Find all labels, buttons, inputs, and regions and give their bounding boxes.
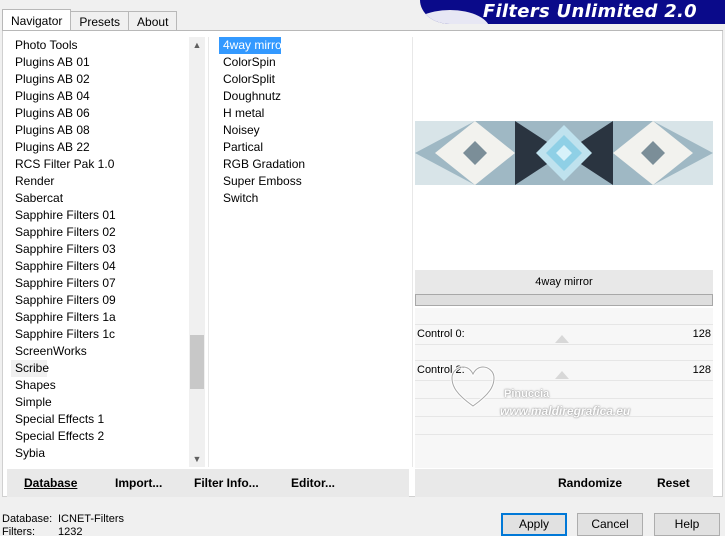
control-sliders: Control 0: 128 Control 2: 128 (415, 308, 713, 468)
filter-list: 4way mirror ColorSpin ColorSplit Doughnu… (219, 37, 409, 467)
tab-about[interactable]: About (128, 11, 178, 31)
filter-item[interactable]: ColorSplit (219, 71, 409, 88)
control-2-row[interactable]: Control 2: 128 (415, 362, 713, 380)
status-filters-value: 1232 (58, 526, 83, 536)
category-item[interactable]: Plugins AB 04 (11, 88, 207, 105)
cancel-button[interactable]: Cancel (577, 513, 643, 536)
category-item[interactable]: Sapphire Filters 07 (11, 275, 207, 292)
tab-presets[interactable]: Presets (70, 11, 130, 31)
control-0-label: Control 0: (417, 328, 465, 340)
control-divider (415, 398, 713, 399)
scroll-up-icon[interactable]: ▲ (189, 37, 205, 53)
preview-image (415, 121, 713, 185)
filter-info-button[interactable]: Filter Info... (194, 476, 259, 490)
category-item[interactable]: Sapphire Filters 1c (11, 326, 207, 343)
status-database-key: Database: (2, 513, 53, 525)
filter-item[interactable]: ColorSpin (219, 54, 409, 71)
filter-item[interactable]: H metal (219, 105, 409, 122)
control-divider (415, 434, 713, 435)
status-filters-key: Filters: (2, 526, 35, 536)
reset-button[interactable]: Reset (657, 476, 690, 490)
category-item[interactable]: ScreenWorks (11, 343, 207, 360)
category-item[interactable]: Simple (11, 394, 207, 411)
category-item[interactable]: Special Effects 2 (11, 428, 207, 445)
filter-item[interactable]: Partical (219, 139, 409, 156)
randomize-button[interactable]: Randomize (558, 476, 622, 490)
category-list: Photo Tools Plugins AB 01 Plugins AB 02 … (11, 37, 207, 467)
database-button[interactable]: Database (24, 476, 77, 490)
category-item-selected[interactable]: Scribe (11, 360, 49, 377)
import-button[interactable]: Import... (115, 476, 162, 490)
status-database-value: ICNET-Filters (58, 513, 124, 525)
category-item[interactable]: Plugins AB 02 (11, 71, 207, 88)
filter-item[interactable]: Switch (219, 190, 409, 207)
control-0-slider-thumb[interactable] (555, 335, 569, 343)
filter-item[interactable]: RGB Gradation (219, 156, 409, 173)
category-item[interactable]: Sapphire Filters 03 (11, 241, 207, 258)
control-divider (415, 360, 713, 361)
control-0-row[interactable]: Control 0: 128 (415, 326, 713, 344)
preview-toolbar: Randomize Reset (415, 469, 713, 497)
category-item[interactable]: Sapphire Filters 02 (11, 224, 207, 241)
brand-swoosh (420, 10, 490, 24)
category-scrollbar[interactable]: ▲ ▼ (189, 37, 205, 467)
control-divider (415, 344, 713, 345)
apply-button[interactable]: Apply (501, 513, 567, 536)
brand-banner: Filters Unlimited 2.0 (420, 0, 725, 24)
control-2-label: Control 2: (417, 364, 465, 376)
control-0-value: 128 (692, 328, 711, 340)
category-item[interactable]: Sapphire Filters 1a (11, 309, 207, 326)
category-item[interactable]: Sapphire Filters 04 (11, 258, 207, 275)
category-item[interactable]: Plugins AB 01 (11, 54, 207, 71)
status-info: Database: ICNET-Filters Filters: 1232 (2, 513, 124, 536)
selected-filter-label: 4way mirror (415, 270, 713, 294)
category-item[interactable]: Plugins AB 08 (11, 122, 207, 139)
control-divider (415, 324, 713, 325)
filter-item-selected[interactable]: 4way mirror (219, 37, 286, 54)
filter-item[interactable]: Noisey (219, 122, 409, 139)
category-item[interactable]: Photo Tools (11, 37, 207, 54)
list-divider (208, 37, 209, 467)
control-divider (415, 380, 713, 381)
category-item[interactable]: Plugins AB 06 (11, 105, 207, 122)
app-title: Filters Unlimited 2.0 (482, 1, 697, 22)
filter-item[interactable]: Super Emboss (219, 173, 409, 190)
category-item[interactable]: Sabercat (11, 190, 207, 207)
category-item[interactable]: Sapphire Filters 09 (11, 292, 207, 309)
control-2-value: 128 (692, 364, 711, 376)
category-item[interactable]: Render (11, 173, 207, 190)
progress-bar (415, 294, 713, 306)
category-item[interactable]: Shapes (11, 377, 207, 394)
scroll-thumb[interactable] (190, 335, 204, 389)
scroll-down-icon[interactable]: ▼ (189, 451, 205, 467)
category-item[interactable]: Plugins AB 22 (11, 139, 207, 156)
category-item[interactable]: Sybia (11, 445, 207, 462)
tab-navigator[interactable]: Navigator (2, 9, 72, 30)
category-item[interactable]: Sapphire Filters 01 (11, 207, 207, 224)
category-item[interactable]: RCS Filter Pak 1.0 (11, 156, 207, 173)
preview-pattern (415, 121, 713, 185)
control-divider (415, 416, 713, 417)
filter-item[interactable]: Doughnutz (219, 88, 409, 105)
navigator-toolbar: Database Import... Filter Info... Editor… (7, 469, 409, 497)
category-item[interactable]: Special Effects 1 (11, 411, 207, 428)
tab-bar: Navigator Presets About (2, 9, 178, 31)
list-divider (412, 37, 413, 467)
editor-button[interactable]: Editor... (291, 476, 335, 490)
help-button[interactable]: Help (654, 513, 720, 536)
control-2-slider-thumb[interactable] (555, 371, 569, 379)
